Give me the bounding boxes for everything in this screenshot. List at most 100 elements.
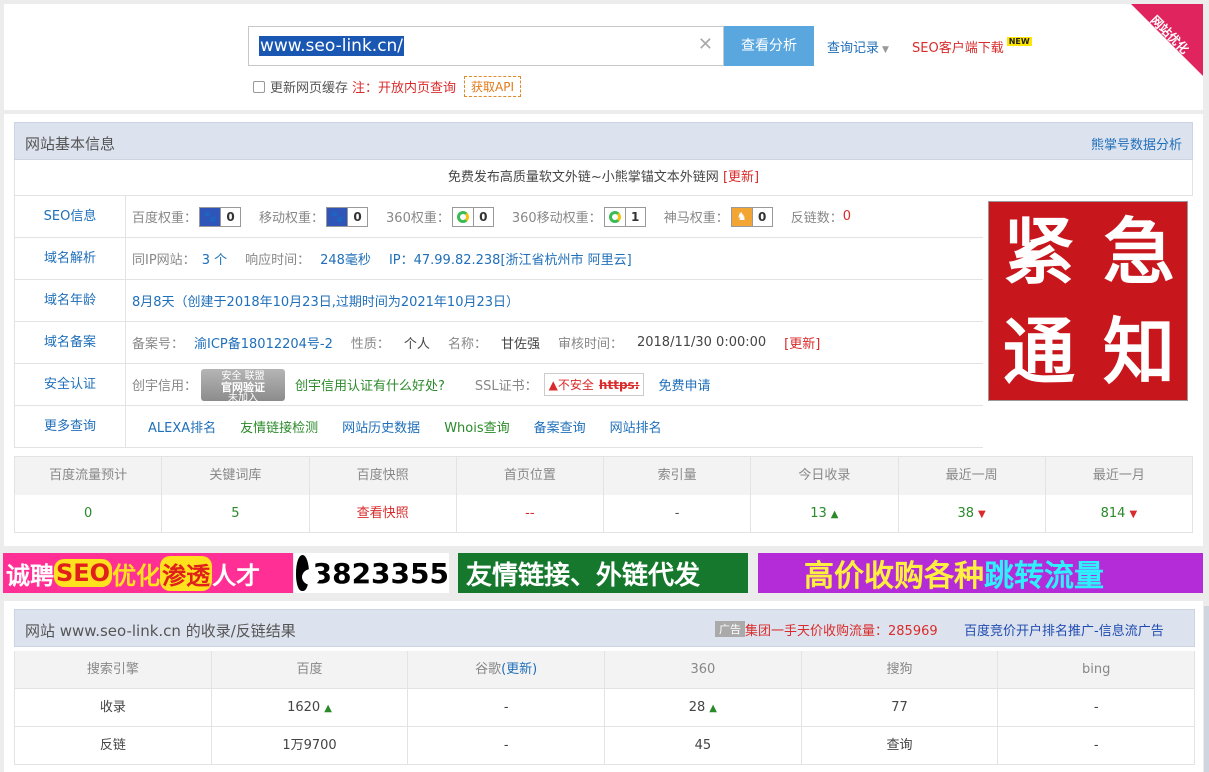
results-title: 网站 www.seo-link.cn 的收录/反链结果 (25, 622, 296, 640)
basic-info-title: 网站基本信息 (25, 135, 116, 153)
ad-traffic-link[interactable]: 集团一手天价收购流量：285969 (745, 620, 938, 639)
traffic-banner-b: 跳转流量 (984, 559, 1104, 594)
recruit-banner[interactable]: 诚聘 SEO 优化 渗透 人才 (3, 553, 293, 593)
whois-link[interactable]: Whois查询 (444, 417, 509, 436)
seo-info-content: 百度权重： 🐾 0 移动权重： 🐾 0 360权重： 0 360移动权重： 1 神马… (132, 196, 851, 237)
traffic-estimate-value[interactable]: 0 (15, 495, 163, 533)
seo-info-label[interactable]: SEO信息 (15, 196, 126, 237)
promo-link[interactable]: 免费发布高质量软文外链~小熊掌锚文本外链网 (448, 170, 719, 185)
credit-label: 创宇信用： (132, 379, 198, 394)
icp-nature-label: 性质： (350, 337, 390, 352)
keyword-count-value[interactable]: 5 (162, 495, 310, 533)
search-panel: www.seo-link.cn/ ✕ 查看分析 查询记录 ▼ SEO客户端下载 NE… (4, 4, 1203, 110)
get-api-button[interactable]: 获取API (464, 76, 522, 97)
clear-icon[interactable]: ✕ (698, 35, 713, 55)
recruit-banner-mid: 优化 (112, 561, 161, 590)
stats-header: 百度快照 (310, 457, 457, 495)
last-week-cell[interactable]: 38 ▼ (899, 495, 1046, 533)
trust-badge-bottom: 未加入 (228, 392, 259, 404)
traffic-stats-table: 百度流量预计 关键词库 百度快照 首页位置 索引量 今日收录 最近一周 最近一月… (14, 456, 1193, 533)
update-cache-checkbox[interactable] (253, 80, 265, 93)
query-history-dropdown[interactable]: 查询记录 ▼ (827, 37, 889, 56)
info-table: SEO信息 百度权重： 🐾 0 移动权重： 🐾 0 360权重： 0 360移动权重… (14, 196, 983, 448)
baidu-weight-value: 0 (220, 207, 240, 226)
baidu-paw-icon: 🐾 (200, 207, 221, 226)
results-header: 网站 www.seo-link.cn 的收录/反链结果 广告 集团一手天价收购流… (14, 609, 1195, 647)
domain-age-label[interactable]: 域名年龄 (15, 280, 126, 321)
ip-value[interactable]: IP：47.99.82.238[浙江省杭州市 阿里云] (389, 249, 632, 268)
weight-360-mobile-value: 1 (624, 207, 645, 226)
ad-baidu-link[interactable]: 百度竞价开户排名推广-信息流广告 (964, 620, 1164, 639)
url-input[interactable]: www.seo-link.cn/ ✕ (248, 26, 724, 66)
sogou-query-link[interactable]: 查询 (802, 727, 999, 764)
ssl-status-badge[interactable]: ▲ 不安全 https: (543, 373, 645, 396)
trust-verify-badge[interactable]: 安全 联盟 官网验证 未加入 (201, 368, 286, 404)
security-row: 安全认证 创宇信用： 安全 联盟 官网验证 未加入 创宇信用认证有什么好处? S… (14, 364, 983, 406)
cache-row: 更新网页缓存 注：开放内页查询 获取API (253, 76, 522, 97)
mobile-weight-badge[interactable]: 🐾 0 (326, 206, 369, 227)
row-label: 反链 (15, 727, 212, 764)
table-row: 收录 1620 ▲ - 28 ▲ 77 - (15, 689, 1196, 727)
history-data-link[interactable]: 网站历史数据 (342, 417, 420, 436)
urgent-notice-image[interactable]: 紧 急 通 知 (988, 201, 1188, 401)
seo-client-download-link[interactable]: SEO客户端下载 NEW (912, 37, 1032, 56)
icp-update-link[interactable]: [更新] (784, 333, 820, 352)
bing-header: bing (998, 651, 1196, 688)
icp-audit-label: 审核时间： (557, 337, 623, 352)
warning-icon: ▲ (548, 377, 558, 392)
backlink-360-value[interactable]: 45 (605, 727, 802, 764)
baidu-backlink-value[interactable]: 1万9700 (212, 727, 409, 764)
icp-query-link[interactable]: 备案查询 (534, 417, 586, 436)
icp-number-value[interactable]: 渝ICP备18012204号-2 (194, 333, 333, 352)
friend-link-check-link[interactable]: 友情链接检测 (240, 417, 318, 436)
sogou-indexed-value[interactable]: 77 (802, 689, 999, 726)
traffic-buy-banner[interactable]: 高价收购各种 跳转流量 (758, 553, 1203, 594)
stats-header: 首页位置 (457, 457, 604, 495)
corner-ribbon[interactable]: 网站优化 (1131, 4, 1203, 76)
arrow-up-icon: ▲ (709, 703, 717, 714)
backlinks-value[interactable]: 0 (843, 209, 851, 224)
weight-360-badge[interactable]: 0 (451, 206, 494, 227)
ring-360-icon (452, 207, 473, 226)
google-update-link[interactable]: (更新) (501, 662, 537, 677)
domain-resolve-label[interactable]: 域名解析 (15, 238, 126, 279)
today-indexed-cell[interactable]: 13 ▲ (751, 495, 899, 533)
promo-update-link[interactable]: [更新] (723, 170, 759, 185)
analyze-button[interactable]: 查看分析 (724, 26, 814, 66)
icp-label[interactable]: 域名备案 (15, 322, 126, 363)
shenma-weight-value: 0 (751, 207, 772, 226)
row-label: 收录 (15, 689, 212, 726)
alexa-link[interactable]: ALEXA排名 (148, 417, 216, 436)
ssl-apply-link[interactable]: 免费申请 (658, 375, 710, 394)
google-indexed-value: - (408, 689, 606, 726)
notice-char-3: 通 (1002, 310, 1075, 394)
security-label[interactable]: 安全认证 (15, 364, 126, 405)
basic-info-panel: 网站基本信息 熊掌号数据分析 免费发布高质量软文外链~小熊掌锚文本外链网 [更新… (4, 114, 1203, 546)
credit-benefit-link[interactable]: 创宇信用认证有什么好处? (295, 375, 445, 394)
indexed-360-value: 28 (688, 700, 706, 715)
results-header-row: 搜索引擎 百度 谷歌(更新) 360 搜狗 bing (15, 651, 1196, 689)
last-week-value: 38 (957, 506, 975, 521)
baidu-weight-badge[interactable]: 🐾 0 (199, 206, 242, 227)
qq-banner[interactable]: 3823355 (294, 553, 449, 593)
weight-360-mobile-badge[interactable]: 1 (603, 206, 646, 227)
page-scrollbar[interactable] (1204, 606, 1209, 772)
basic-info-header: 网站基本信息 熊掌号数据分析 (14, 122, 1193, 160)
more-query-label[interactable]: 更多查询 (15, 406, 126, 447)
mobile-weight-label: 移动权重： (259, 211, 325, 226)
view-snapshot-link[interactable]: 查看快照 (310, 495, 457, 533)
stats-header-row: 百度流量预计 关键词库 百度快照 首页位置 索引量 今日收录 最近一周 最近一月 (15, 457, 1192, 495)
friend-link-banner[interactable]: 友情链接、外链代发 (458, 553, 748, 593)
last-month-cell[interactable]: 814 ▼ (1046, 495, 1192, 533)
xiongzhang-analysis-link[interactable]: 熊掌号数据分析 (1091, 134, 1182, 153)
site-rank-link[interactable]: 网站排名 (610, 417, 662, 436)
shenma-weight-badge[interactable]: ♞ 0 (730, 206, 773, 227)
baidu-indexed-cell[interactable]: 1620 ▲ (212, 689, 409, 726)
url-input-value: www.seo-link.cn/ (259, 36, 405, 56)
promo-line: 免费发布高质量软文外链~小熊掌锚文本外链网 [更新] (14, 160, 1193, 196)
query-history-label: 查询记录 (827, 41, 880, 56)
qq-number: 3823355 (312, 556, 449, 590)
indexed-360-cell[interactable]: 28 ▲ (605, 689, 802, 726)
same-ip-value[interactable]: 3 个 (202, 249, 227, 268)
response-time-value: 248毫秒 (320, 253, 371, 268)
